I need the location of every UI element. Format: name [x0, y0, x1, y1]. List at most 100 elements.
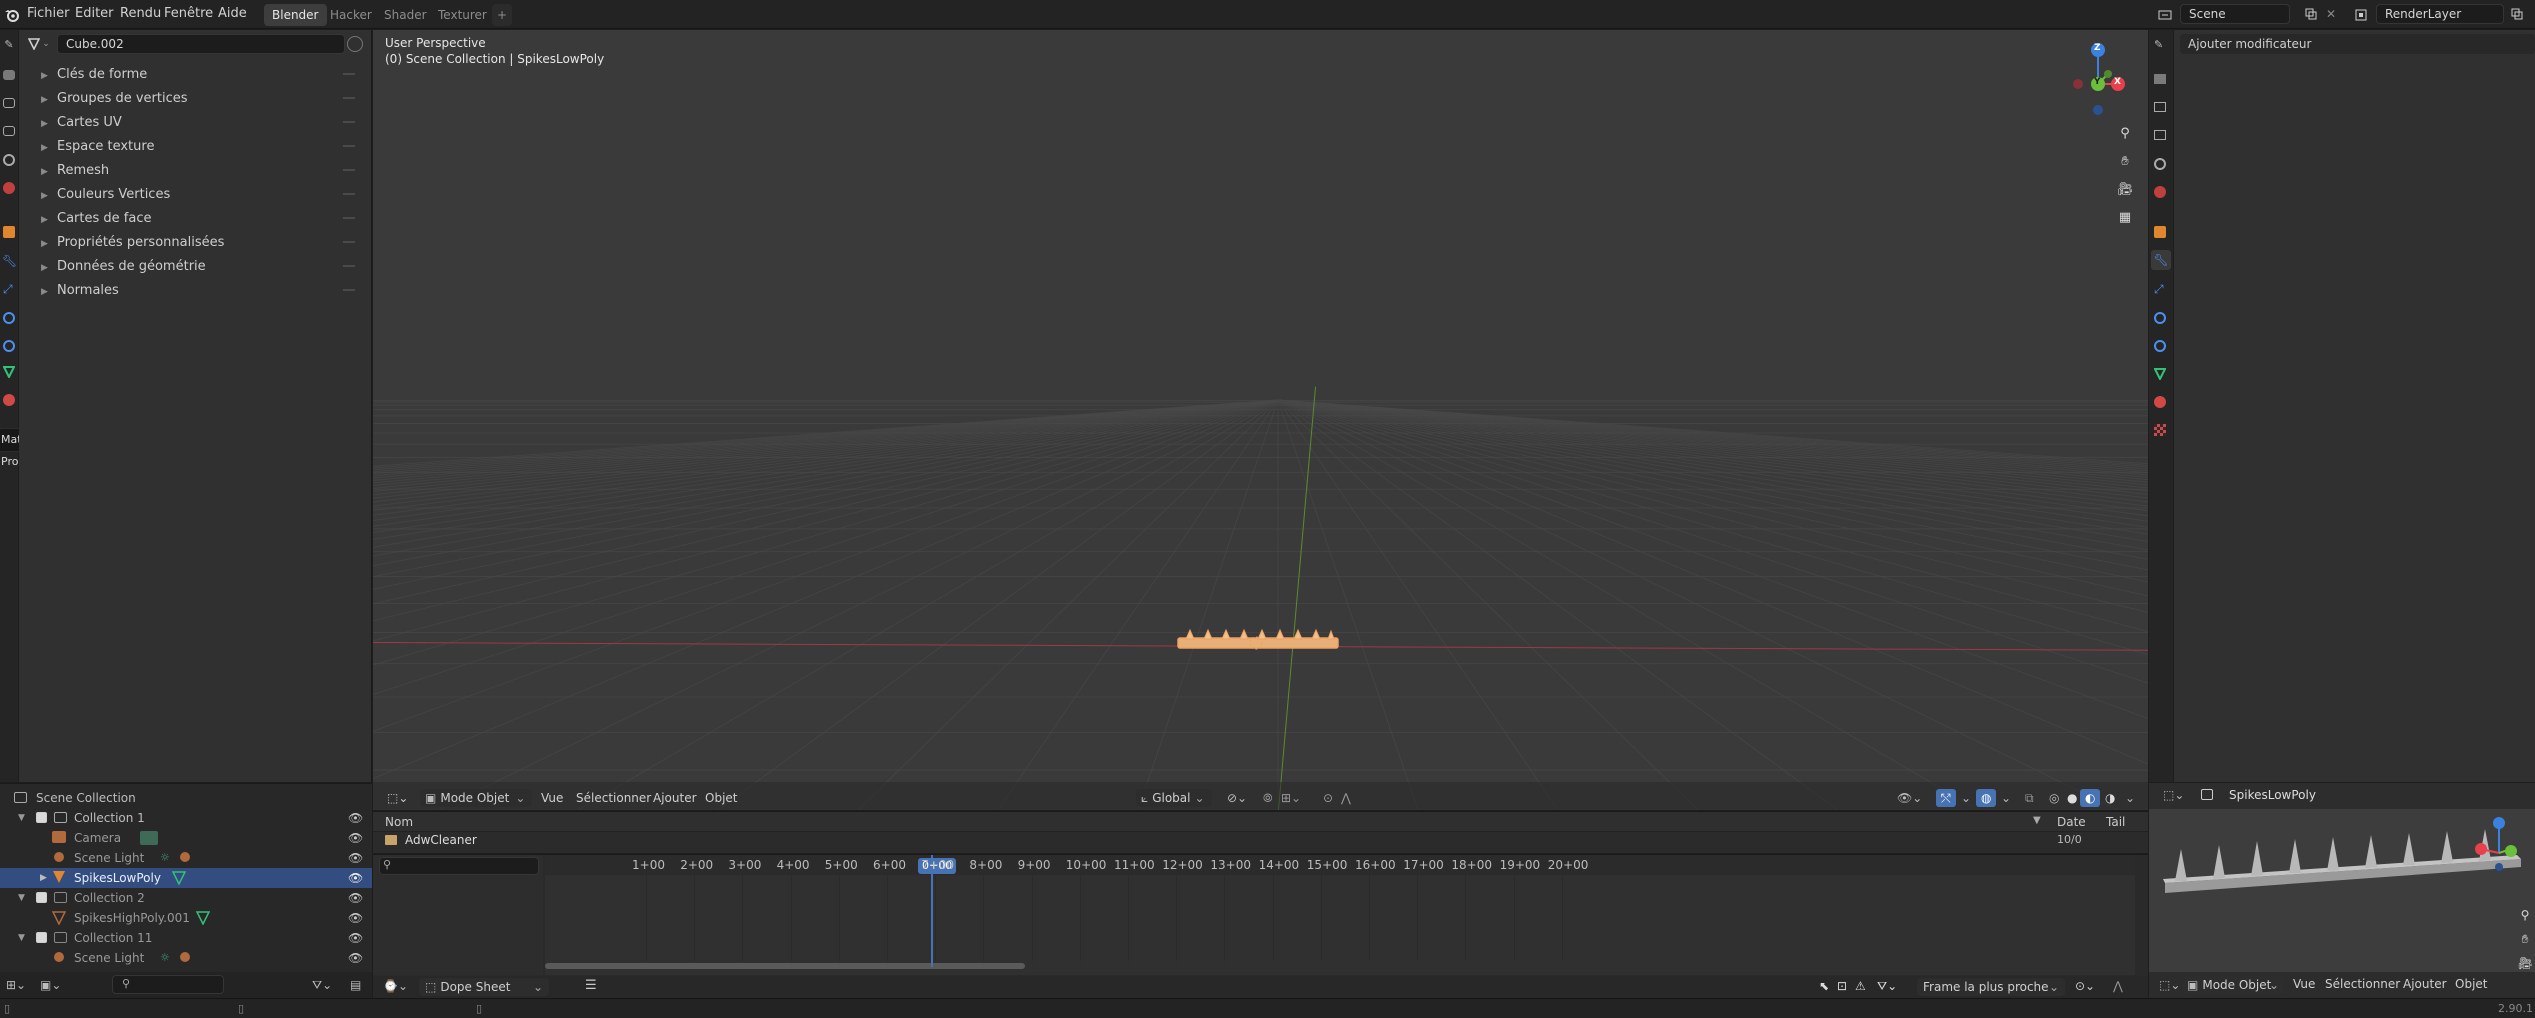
panel-uv-maps[interactable]: ▶ Cartes UV [41, 112, 361, 134]
proportional-edit-icon[interactable]: ⊙⌄ [2075, 979, 2095, 993]
filter-icon[interactable]: ⛛⌄ [1877, 979, 1897, 994]
panel-vertex-groups[interactable]: ▶ Groupes de vertices [41, 88, 361, 110]
mesh-data-icon[interactable]: ⌄ [25, 35, 53, 53]
overlay-dropdown-icon[interactable]: ⌄ [1996, 789, 2016, 807]
column-size-header[interactable]: Tail [2106, 815, 2125, 829]
tab-hacker[interactable]: Hacker [322, 4, 380, 26]
constraints-tab-icon[interactable] [2154, 340, 2166, 352]
visibility-eye-icon[interactable]: 👁︎ [348, 948, 363, 968]
particles-tab-icon[interactable]: ⤢ [3, 282, 13, 297]
mesh-data-tab-icon[interactable] [2154, 368, 2166, 380]
outliner-row-collection-11[interactable]: ▼ Collection 11 👁︎ [0, 928, 372, 948]
scene-tab-icon[interactable] [2154, 158, 2166, 170]
visibility-eye-icon[interactable]: 👁︎ [348, 808, 363, 828]
menu-vue[interactable]: Vue [536, 789, 568, 807]
zoom-icon[interactable]: ⚲ [2517, 907, 2533, 923]
frames-area[interactable] [545, 855, 2135, 975]
mesh-name-field[interactable]: Cube.002 [57, 34, 345, 54]
scene-name-field[interactable]: Scene [2180, 4, 2290, 24]
render-layer-field[interactable]: RenderLayer [2376, 4, 2504, 24]
preview-viewport[interactable]: ⬚⌄ SpikesLowPoly ⚲ ✋︎ 🎥︎ ⬚⌄ ▣ Mode Objet ⌄… [2149, 783, 2535, 998]
sort-arrow-icon[interactable]: ▼ [2033, 815, 2041, 826]
drag-grip-icon[interactable] [343, 169, 355, 171]
display-mode-icon[interactable]: ▣⌄ [40, 978, 61, 992]
falloff-icon[interactable]: ⋀ [2113, 979, 2123, 993]
visibility-eye-icon[interactable]: 👁︎ [348, 868, 363, 888]
overlay-toggle-icon[interactable]: ◍ [1976, 789, 1997, 807]
outliner-scene-collection[interactable]: Scene Collection [0, 788, 372, 808]
panel-texture-space[interactable]: ▶ Espace texture [41, 136, 361, 158]
column-name-header[interactable]: Nom [385, 815, 413, 829]
outliner-row-camera[interactable]: Camera 👁︎ [0, 828, 372, 848]
tab-blender[interactable]: Blender [264, 4, 327, 26]
modifier-tab-icon[interactable]: 🔧︎ [2, 254, 17, 268]
panel-custom-properties[interactable]: ▶ Propriétés personnalisées [41, 232, 361, 254]
drag-grip-icon[interactable] [343, 73, 355, 75]
object-tab-icon[interactable] [3, 226, 15, 238]
shading-material-icon[interactable]: ◐ [2080, 789, 2101, 807]
visibility-eye-icon[interactable]: 👁︎ [348, 828, 363, 848]
panel-normals[interactable]: ▶ Normales [41, 280, 361, 302]
transform-orientation-dropdown[interactable]: ⟀ Global ⌄ [1136, 789, 1212, 807]
hamburger-menu-icon[interactable]: ☰ [585, 978, 597, 993]
gizmo-toggle-icon[interactable]: ⤲ [1936, 789, 1956, 807]
drag-grip-icon[interactable] [343, 289, 355, 291]
filter-icon[interactable]: ⛛⌄ [312, 978, 332, 993]
editor-type-icon[interactable]: ⬚⌄ [382, 789, 413, 807]
camera-view-icon[interactable]: 🎥︎ [2116, 180, 2134, 198]
tool-tab-icon[interactable]: ✎ [2154, 38, 2163, 51]
preview-navigation-gizmo[interactable] [2467, 813, 2535, 873]
view-layer-icon[interactable] [2348, 5, 2374, 25]
snap-icon[interactable]: ⦾ [1258, 789, 1278, 807]
material-tab-icon[interactable] [3, 394, 15, 406]
snap-mode-dropdown[interactable]: Frame la plus proche ⌄ [1917, 978, 2065, 996]
outliner-row-spikeslowpoly[interactable]: ▶ SpikesLowPoly 👁︎ [0, 868, 372, 888]
preview-menu-ajouter[interactable]: Ajouter [2403, 977, 2447, 991]
box-select-icon[interactable]: ⊡ [1837, 979, 1847, 993]
panel-remesh[interactable]: ▶ Remesh [41, 160, 361, 182]
panel-shape-keys[interactable]: ▶ Clés de forme [41, 64, 361, 86]
preview-menu-objet[interactable]: Objet [2455, 977, 2487, 991]
editor-type-icon[interactable]: ⬚⌄ [2163, 788, 2184, 802]
copy-scene-icon[interactable] [2302, 5, 2320, 23]
include-checkbox[interactable] [36, 812, 47, 823]
expand-arrow-icon[interactable]: ▼ [18, 808, 25, 828]
shading-dropdown-icon[interactable]: ⌄ [2120, 789, 2140, 807]
scene-selector-icon[interactable] [2152, 5, 2178, 25]
delete-scene-icon[interactable]: ✕ [2322, 5, 2340, 23]
preview-mode-dropdown[interactable]: ▣ Mode Objet ⌄ [2183, 976, 2283, 994]
expand-arrow-icon[interactable]: ▼ [18, 888, 25, 908]
fake-user-icon[interactable] [347, 36, 363, 52]
menu-editer[interactable]: Editer [71, 3, 118, 25]
drag-grip-icon[interactable] [343, 193, 355, 195]
preview-menu-selectionner[interactable]: Sélectionner [2325, 977, 2400, 991]
modifier-tab-icon[interactable]: 🔧︎ [2151, 250, 2171, 270]
visibility-eye-icon[interactable]: 👁︎ [348, 928, 363, 948]
menu-aide[interactable]: Aide [214, 3, 251, 25]
tab-texturer[interactable]: Texturer [430, 4, 495, 26]
shading-rendered-icon[interactable]: ◑ [2100, 789, 2120, 807]
expand-arrow-icon[interactable]: ▼ [18, 928, 25, 948]
channel-search-input[interactable] [379, 857, 539, 875]
constraints-tab-icon[interactable] [3, 340, 15, 352]
scene-tab-icon[interactable] [3, 154, 15, 166]
snap-target-icon[interactable]: ⊞⌄ [1276, 789, 1306, 807]
include-checkbox[interactable] [36, 932, 47, 943]
material-tab-icon[interactable] [2154, 396, 2166, 408]
panel-vertex-colors[interactable]: ▶ Couleurs Vertices [41, 184, 361, 206]
tool-tab-icon[interactable]: ✎ [0, 38, 18, 56]
particles-tab-icon[interactable]: ⤢ [2154, 282, 2164, 297]
menu-selectionner[interactable]: Sélectionner [571, 789, 656, 807]
menu-rendu[interactable]: Rendu [116, 3, 165, 25]
outliner-row-scene-light[interactable]: Scene Light ☼ 👁︎ [0, 848, 372, 868]
xray-toggle-icon[interactable]: ⧉ [2020, 789, 2039, 807]
render-tab-icon[interactable] [3, 70, 15, 80]
editor-mode-dropdown[interactable]: ⬚ Dope Sheet ⌄ [419, 978, 549, 996]
blender-logo-icon[interactable] [2, 5, 22, 25]
menu-fenetre[interactable]: Fenêtre [160, 3, 217, 25]
menu-objet[interactable]: Objet [700, 789, 742, 807]
zoom-icon[interactable]: ⚲ [2116, 124, 2134, 142]
add-modifier-dropdown[interactable]: Ajouter modificateur [2180, 34, 2535, 54]
ortho-grid-icon[interactable]: ▦ [2116, 208, 2134, 226]
warning-icon[interactable]: ⚠ [1855, 979, 1866, 993]
